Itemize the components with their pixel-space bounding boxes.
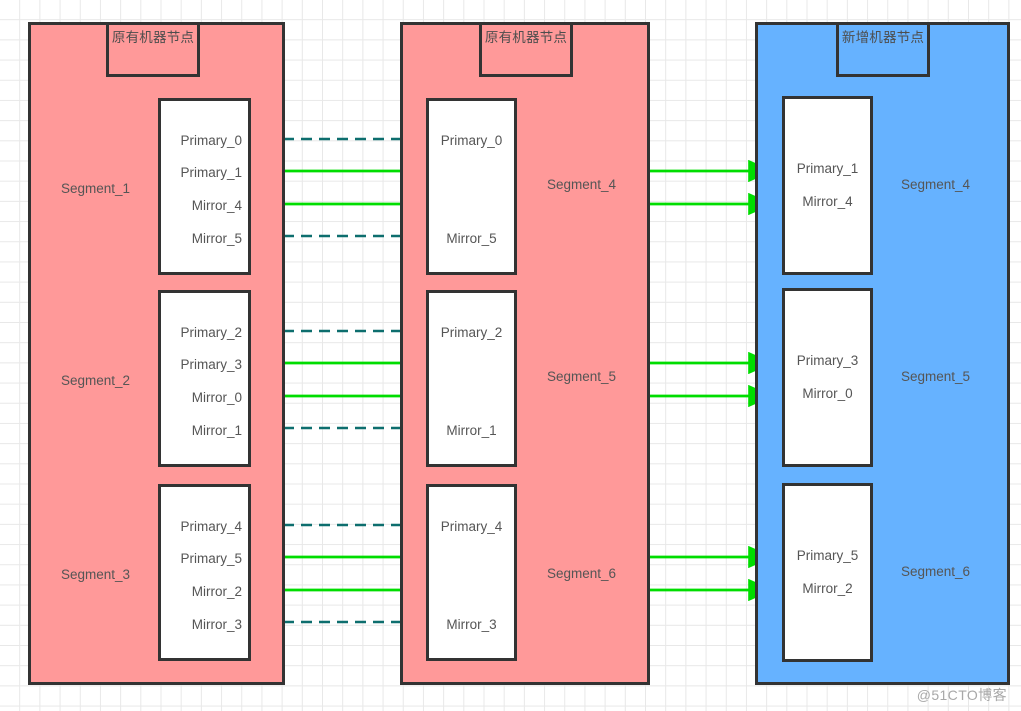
segment-row-mid-mirror3: Mirror_3 — [446, 617, 497, 632]
segment-row-primary0: Primary_0 — [180, 133, 242, 148]
segment-label-left-3: Segment_3 — [60, 567, 130, 582]
segment-row-primary2: Primary_2 — [180, 325, 242, 340]
segment-row-right-mirror0: Mirror_0 — [802, 386, 853, 401]
segment-box-mid-4[interactable]: Primary_0 Mirror_5 — [426, 98, 517, 275]
segment-label-mid-5: Segment_5 — [547, 369, 617, 384]
segment-label-right-4: Segment_4 — [901, 177, 971, 192]
segment-box-left-3[interactable]: Primary_4 Primary_5 Mirror_2 Mirror_3 — [158, 484, 251, 661]
segment-row-mirror3: Mirror_3 — [191, 617, 242, 632]
segment-row-mirror5: Mirror_5 — [191, 231, 242, 246]
segment-label-left-1: Segment_1 — [60, 181, 130, 196]
host-title-old-1: 原有机器节点 — [106, 22, 200, 77]
segment-row-mirror4: Mirror_4 — [191, 198, 242, 213]
segment-row-mirror0: Mirror_0 — [191, 390, 242, 405]
segment-row-primary4: Primary_4 — [180, 519, 242, 534]
segment-row-right-mirror4: Mirror_4 — [802, 194, 853, 209]
segment-box-right-6[interactable]: Primary_5 Mirror_2 — [782, 483, 873, 662]
segment-row-right-mirror2: Mirror_2 — [802, 581, 853, 596]
host-title-new-1: 新增机器节点 — [836, 22, 930, 77]
segment-box-mid-5[interactable]: Primary_2 Mirror_1 — [426, 290, 517, 467]
segment-label-mid-4: Segment_4 — [547, 177, 617, 192]
segment-box-right-5[interactable]: Primary_3 Mirror_0 — [782, 288, 873, 467]
segment-row-mirror2: Mirror_2 — [191, 584, 242, 599]
host-title-old-2: 原有机器节点 — [479, 22, 573, 77]
segment-row-mid-primary4: Primary_4 — [440, 519, 503, 534]
segment-box-left-1[interactable]: Primary_0 Primary_1 Mirror_4 Mirror_5 — [158, 98, 251, 275]
segment-row-right-primary3: Primary_3 — [796, 353, 859, 368]
segment-label-left-2: Segment_2 — [60, 373, 130, 388]
watermark: @51CTO博客 — [916, 687, 1007, 703]
segment-row-right-primary5: Primary_5 — [796, 548, 859, 563]
diagram-canvas: 原有机器节点 Primary_0 Primary_1 Mirror_4 Mirr… — [0, 0, 1021, 711]
segment-row-right-primary1: Primary_1 — [796, 161, 859, 176]
segment-box-mid-6[interactable]: Primary_4 Mirror_3 — [426, 484, 517, 661]
segment-row-mid-primary0: Primary_0 — [440, 133, 503, 148]
segment-label-mid-6: Segment_6 — [547, 566, 617, 581]
segment-row-mid-mirror5: Mirror_5 — [446, 231, 497, 246]
segment-box-left-2[interactable]: Primary_2 Primary_3 Mirror_0 Mirror_1 — [158, 290, 251, 467]
segment-box-right-4[interactable]: Primary_1 Mirror_4 — [782, 96, 873, 275]
segment-row-primary1: Primary_1 — [180, 165, 242, 180]
segment-row-mid-primary2: Primary_2 — [440, 325, 503, 340]
segment-row-primary3: Primary_3 — [180, 357, 242, 372]
segment-row-mid-mirror1: Mirror_1 — [446, 423, 497, 438]
segment-row-mirror1: Mirror_1 — [191, 423, 242, 438]
segment-label-right-5: Segment_5 — [901, 369, 971, 384]
segment-row-primary5: Primary_5 — [180, 551, 242, 566]
segment-label-right-6: Segment_6 — [901, 564, 971, 579]
